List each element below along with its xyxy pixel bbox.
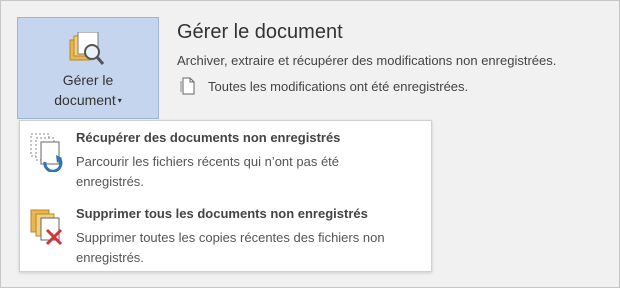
manage-document-button[interactable]: Gérer le document ▾ (17, 17, 159, 119)
delete-documents-icon (29, 206, 65, 251)
menu-item-description: Supprimer toutes les copies récentes des… (76, 230, 385, 265)
save-status-text: Toutes les modifications ont été enregis… (208, 79, 469, 94)
section-title: Gérer le document (177, 21, 343, 43)
menu-item-recover-unsaved[interactable]: Récupérer des documents non enregistrés … (20, 130, 431, 200)
menu-item-description: Parcourir les fichiers récents qui n’ont… (76, 154, 340, 189)
chevron-down-icon: ▾ (117, 96, 122, 105)
recover-documents-icon (29, 132, 65, 177)
manage-document-label-line1: Gérer le (62, 72, 114, 88)
menu-item-title: Récupérer des documents non enregistrés (76, 130, 341, 145)
menu-item-title: Supprimer tous les documents non enregis… (76, 206, 368, 221)
manage-document-panel: Gérer le document ▾ Gérer le document Arc… (0, 0, 620, 288)
section-description: Archiver, extraire et récupérer des modi… (177, 53, 557, 68)
document-icon (180, 77, 196, 98)
menu-item-delete-unsaved[interactable]: Supprimer tous les documents non enregis… (20, 206, 431, 268)
folder-search-icon (68, 31, 108, 73)
manage-document-menu: Récupérer des documents non enregistrés … (19, 120, 432, 272)
manage-document-label-line2: document (54, 92, 116, 108)
manage-document-label: Gérer le document ▾ (18, 70, 158, 111)
